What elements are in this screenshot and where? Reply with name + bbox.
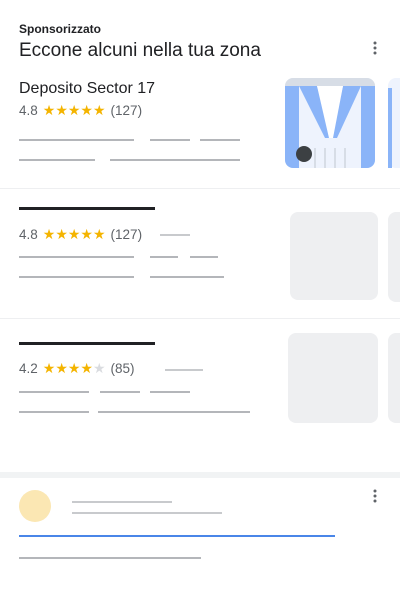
listing-photo[interactable] (285, 78, 375, 168)
placeholder-text-line (72, 501, 172, 503)
placeholder-text-line (165, 369, 203, 371)
listing-title-placeholder (19, 207, 155, 210)
placeholder-text-line (19, 139, 134, 141)
next-photo-peek (388, 78, 400, 168)
listing-title[interactable]: Deposito Sector 17 (19, 80, 155, 98)
placeholder-text-line (100, 391, 140, 393)
section-title: Eccone alcuni nella tua zona (19, 40, 261, 61)
rating-value: 4.8 (19, 227, 38, 242)
placeholder-text-line (19, 159, 95, 161)
placeholder-text-line (150, 276, 224, 278)
listing-photo-placeholder (288, 333, 378, 423)
placeholder-text-line (190, 256, 218, 258)
rating-value: 4.2 (19, 361, 38, 376)
rating-row: 4.8 ★★★★★ (127) (19, 226, 142, 243)
review-count: (127) (110, 103, 143, 118)
link-placeholder-line[interactable] (19, 535, 335, 537)
rating-row: 4.8 ★★★★★ (127) (19, 102, 142, 119)
placeholder-text-line (19, 391, 89, 393)
listing-photo-placeholder (290, 212, 378, 300)
star-rating-icon: ★★★★★ (42, 226, 106, 242)
star-rating-icon: ★★★★★ (42, 102, 106, 118)
placeholder-text-line (19, 557, 201, 559)
placeholder-text-line (19, 411, 89, 413)
section-separator (0, 472, 400, 478)
placeholder-text-line (150, 256, 178, 258)
divider (0, 318, 400, 319)
avatar (19, 490, 51, 522)
placeholder-text-line (19, 276, 134, 278)
divider (0, 188, 400, 189)
placeholder-text-line (19, 256, 134, 258)
more-vert-icon[interactable] (373, 489, 377, 506)
next-photo-peek (388, 333, 400, 423)
placeholder-text-line (150, 139, 190, 141)
placeholder-text-line (160, 234, 190, 236)
rating-value: 4.8 (19, 103, 38, 118)
placeholder-text-line (200, 139, 240, 141)
rating-row: 4.2 ★★★★★ (85) (19, 360, 135, 377)
review-count: (85) (110, 361, 135, 376)
placeholder-text-line (150, 391, 190, 393)
sponsored-label: Sponsorizzato (19, 22, 102, 36)
next-photo-peek (388, 212, 400, 302)
review-count: (127) (110, 227, 143, 242)
placeholder-text-line (72, 512, 222, 514)
placeholder-text-line (110, 159, 240, 161)
listing-title-placeholder (19, 342, 155, 345)
placeholder-text-line (98, 411, 250, 413)
more-vert-icon[interactable] (373, 41, 377, 58)
star-rating-icon: ★★★★★ (42, 360, 106, 376)
